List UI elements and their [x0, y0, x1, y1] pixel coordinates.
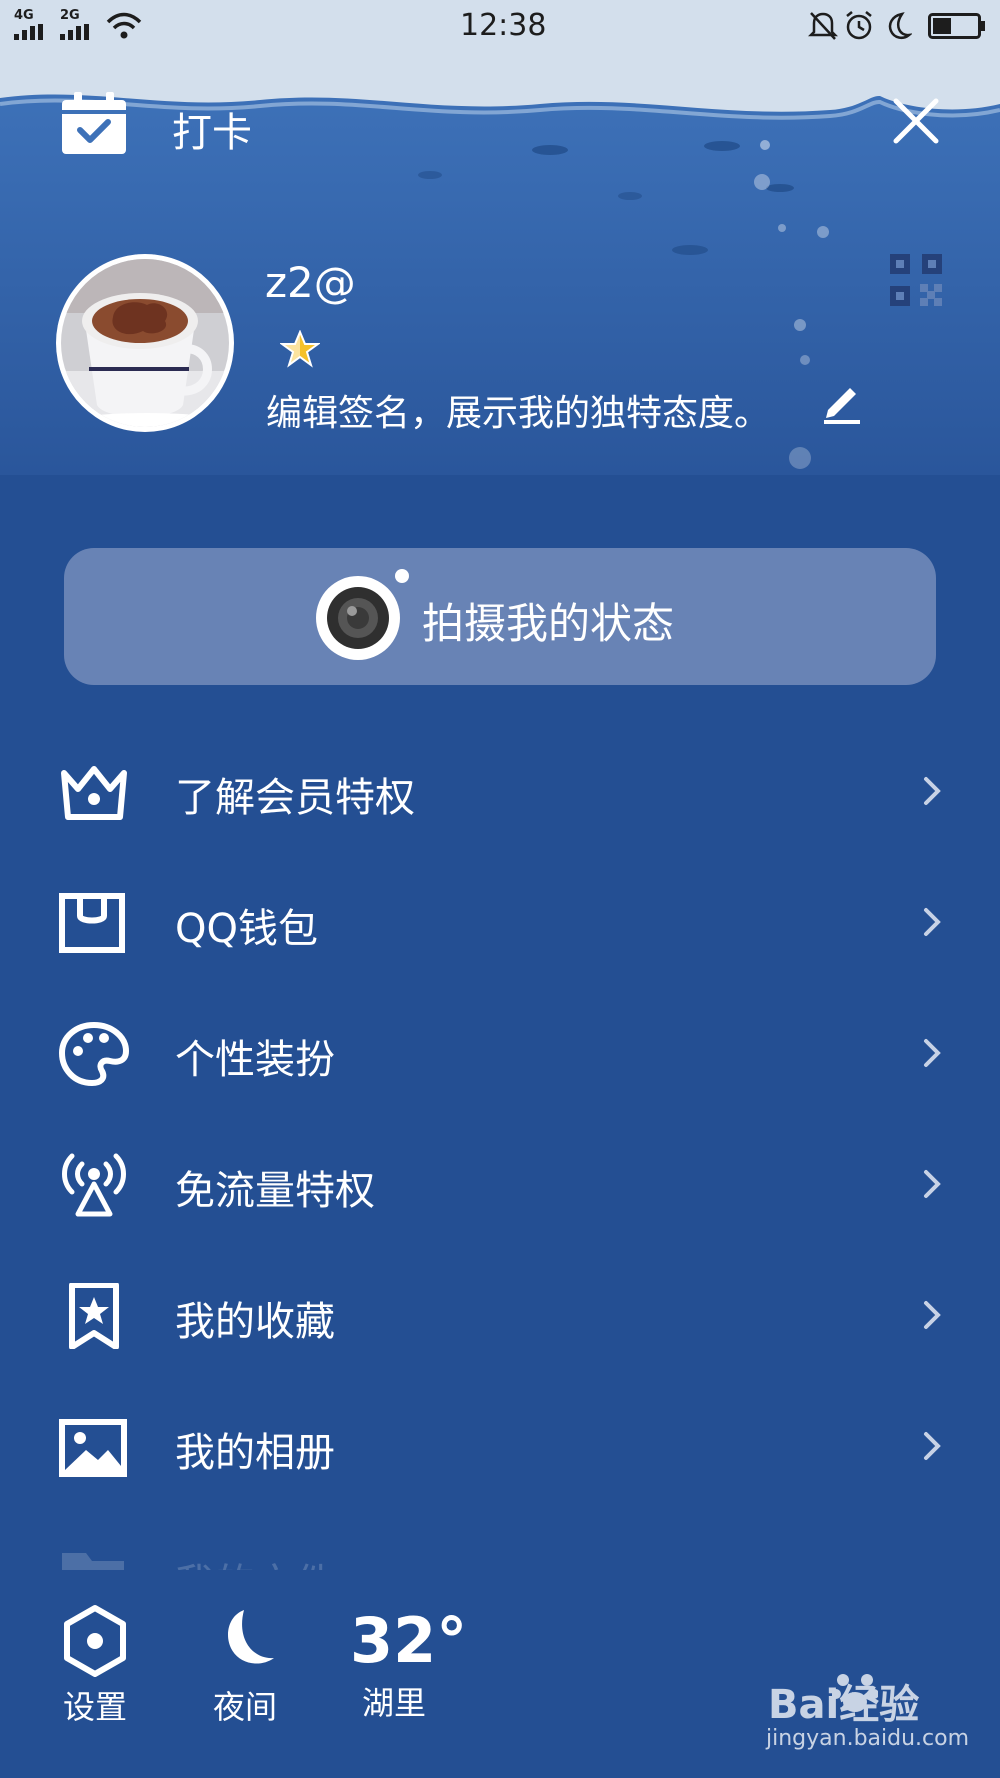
chevron-right-icon	[924, 1039, 941, 1067]
status-bar: 4G 2G 12:38	[0, 0, 1000, 52]
chevron-right-icon	[924, 908, 941, 936]
qr-code-icon[interactable]	[890, 254, 942, 306]
baidu-jingyan-watermark: Bai经验 jingyan.baidu.com	[760, 1668, 980, 1768]
night-mode-label: 夜间	[212, 1688, 277, 1726]
bell-muted-icon	[808, 12, 838, 40]
capture-status-label: 拍摄我的状态	[422, 599, 675, 648]
moon-icon	[228, 1610, 274, 1664]
chevron-right-icon	[924, 777, 941, 805]
menu-item-label: 了解会员特权	[175, 775, 415, 821]
checkin-label[interactable]: 打卡	[172, 100, 252, 158]
chevron-right-icon	[924, 1170, 941, 1198]
battery-icon	[928, 13, 985, 39]
signal-strength-icon	[14, 24, 43, 40]
menu-item-favorites[interactable]: 我的收藏	[0, 1261, 1000, 1371]
temperature: 32°	[350, 1604, 468, 1677]
menu-item-label: 个性装扮	[175, 1037, 335, 1083]
alarm-icon	[846, 11, 872, 40]
watermark-url: jingyan.baidu.com	[766, 1726, 970, 1751]
gear-icon	[64, 1605, 126, 1677]
wifi-icon	[106, 12, 142, 39]
settings-button[interactable]: 设置	[50, 1604, 140, 1728]
network-label-1: 4G	[14, 8, 34, 23]
status-time: 12:38	[460, 8, 547, 43]
chevron-right-icon	[924, 1301, 941, 1329]
username[interactable]: z2@	[265, 258, 356, 307]
menu-item-label: QQ钱包	[175, 906, 318, 952]
menu-item-label: 我的相册	[175, 1430, 335, 1476]
baidu-paw-icon	[832, 1674, 878, 1712]
close-icon[interactable]	[893, 98, 939, 144]
menu-item-albums[interactable]: 我的相册	[0, 1392, 1000, 1502]
do-not-disturb-moon-icon	[888, 12, 912, 40]
palette-icon	[58, 1021, 130, 1087]
weather-widget[interactable]: 32° 湖里	[350, 1604, 468, 1724]
signal-strength-icon	[60, 24, 89, 40]
menu-item-qq-wallet[interactable]: QQ钱包	[0, 868, 1000, 978]
crown-icon	[61, 766, 127, 820]
night-mode-button[interactable]: 夜间	[200, 1604, 290, 1728]
menu-item-label: 我的收藏	[175, 1299, 335, 1345]
menu-item-label: 免流量特权	[175, 1168, 375, 1214]
signal-tower-icon	[62, 1153, 126, 1217]
vip-star-icon	[280, 330, 320, 368]
menu-list: 了解会员特权 QQ钱包 个性装扮 免流量特权 我的收藏 我的相册	[0, 737, 1000, 1607]
bookmark-star-icon	[69, 1283, 119, 1349]
signature-text[interactable]: 编辑签名，展示我的独特态度。	[266, 384, 770, 436]
chevron-right-icon	[924, 1432, 941, 1460]
city-name: 湖里	[362, 1684, 427, 1722]
calendar-check-icon[interactable]	[62, 92, 126, 154]
photo-icon	[59, 1419, 127, 1477]
wallet-icon	[59, 893, 125, 953]
avatar[interactable]	[55, 253, 235, 433]
menu-item-personalize[interactable]: 个性装扮	[0, 999, 1000, 1109]
menu-item-vip-privileges[interactable]: 了解会员特权	[0, 737, 1000, 847]
edit-pencil-icon[interactable]	[822, 380, 862, 424]
menu-item-free-data[interactable]: 免流量特权	[0, 1130, 1000, 1240]
capture-status-button[interactable]: 拍摄我的状态	[64, 548, 936, 685]
camera-icon	[316, 569, 409, 660]
network-label-2: 2G	[60, 8, 80, 23]
settings-label: 设置	[62, 1688, 127, 1726]
